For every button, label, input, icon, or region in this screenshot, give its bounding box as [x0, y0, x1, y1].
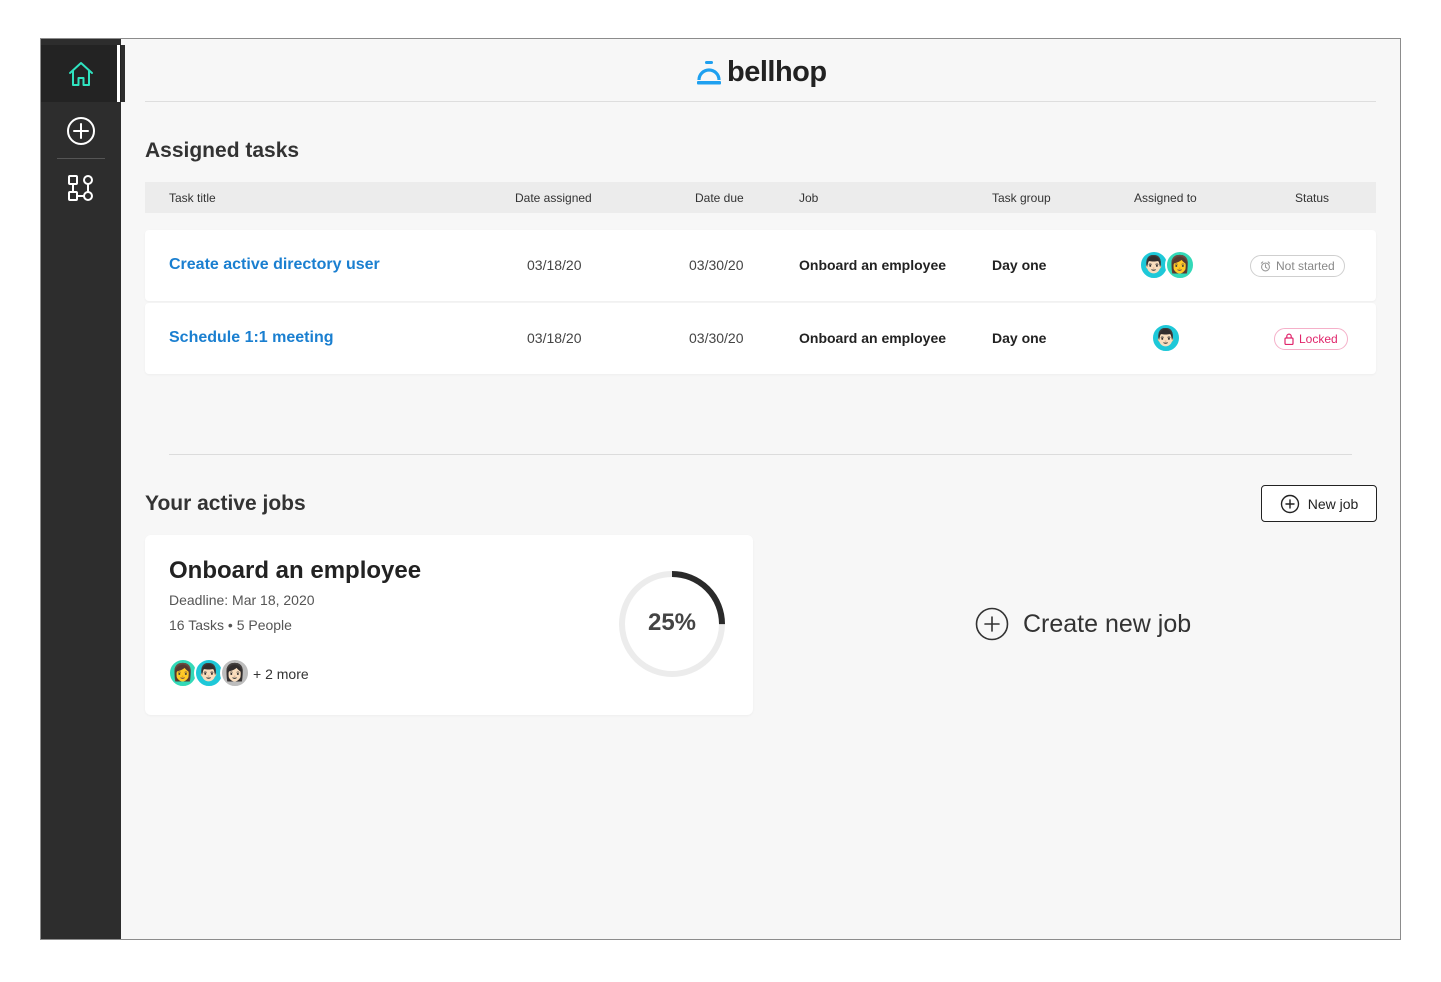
- new-job-label: New job: [1307, 495, 1359, 512]
- lock-icon: [1284, 333, 1294, 345]
- create-new-job-label: Create new job: [1023, 609, 1192, 638]
- date-assigned: 03/18/20: [527, 257, 582, 273]
- col-task-title: Task title: [169, 191, 216, 205]
- nav-workflows[interactable]: [41, 159, 121, 216]
- job-stats: 16 Tasks • 5 People: [169, 617, 292, 633]
- avatar[interactable]: 👨🏻: [1151, 323, 1181, 353]
- assigned-tasks-title: Assigned tasks: [145, 139, 300, 162]
- status-badge: Not started: [1250, 255, 1345, 277]
- date-due: 03/30/20: [689, 330, 744, 346]
- more-people[interactable]: + 2 more: [253, 666, 309, 682]
- status-text: Locked: [1299, 332, 1338, 346]
- task-group: Day one: [992, 330, 1047, 346]
- bell-icon: [697, 60, 721, 84]
- status-badge: Locked: [1274, 328, 1348, 350]
- table-row[interactable]: Create active directory user 03/18/20 03…: [145, 230, 1376, 301]
- status-text: Not started: [1276, 259, 1335, 273]
- col-task-group: Task group: [992, 191, 1051, 205]
- date-assigned: 03/18/20: [527, 330, 582, 346]
- col-date-due: Date due: [695, 191, 744, 205]
- task-title-link[interactable]: Create active directory user: [169, 256, 380, 274]
- home-icon: [69, 61, 93, 86]
- job-task-count: 16 Tasks: [169, 617, 224, 633]
- new-job-button[interactable]: New job: [1261, 485, 1377, 522]
- job-card-title: Onboard an employee: [169, 557, 422, 584]
- task-title-link[interactable]: Schedule 1:1 meeting: [169, 329, 334, 347]
- table-row[interactable]: Schedule 1:1 meeting 03/18/20 03/30/20 O…: [145, 303, 1376, 374]
- dot-separator: •: [227, 617, 237, 633]
- plus-circle-icon: [975, 607, 1009, 641]
- workflow-icon: [68, 174, 93, 201]
- col-date-assigned: Date assigned: [515, 191, 592, 205]
- create-new-job[interactable]: Create new job: [975, 607, 1191, 641]
- nav-home[interactable]: [41, 45, 125, 102]
- col-assigned-to: Assigned to: [1134, 191, 1197, 205]
- tasks-table-header: Task title Date assigned Date due Job Ta…: [145, 182, 1376, 213]
- nav-create[interactable]: [41, 102, 121, 159]
- section-divider: [169, 454, 1352, 455]
- job-name: Onboard an employee: [799, 257, 947, 273]
- col-job: Job: [799, 191, 819, 205]
- job-deadline: Deadline: Mar 18, 2020: [169, 592, 315, 608]
- task-group: Day one: [992, 257, 1047, 273]
- progress-percent: 25%: [647, 609, 697, 636]
- active-jobs-title: Your active jobs: [145, 492, 306, 515]
- brand-name: bellhop: [727, 56, 827, 88]
- plus-circle-icon: [1280, 494, 1299, 513]
- avatar[interactable]: 👩: [1165, 250, 1195, 280]
- alarm-clock-icon: [1260, 260, 1271, 271]
- bellhop-logo: bellhop: [695, 56, 827, 89]
- plus-circle-icon: [67, 116, 95, 145]
- avatar[interactable]: 👩🏻: [220, 658, 250, 688]
- nav-active-indicator: [117, 45, 120, 102]
- header-divider: [145, 101, 1376, 102]
- app-window: bellhop Assigned tasks Task title Date a…: [40, 38, 1401, 940]
- sidebar: [41, 39, 125, 939]
- job-card[interactable]: Onboard an employee Deadline: Mar 18, 20…: [145, 535, 753, 715]
- main-content: bellhop Assigned tasks Task title Date a…: [121, 39, 1400, 939]
- date-due: 03/30/20: [689, 257, 744, 273]
- job-people-count: 5 People: [236, 617, 292, 633]
- job-name: Onboard an employee: [799, 330, 947, 346]
- col-status: Status: [1295, 191, 1330, 205]
